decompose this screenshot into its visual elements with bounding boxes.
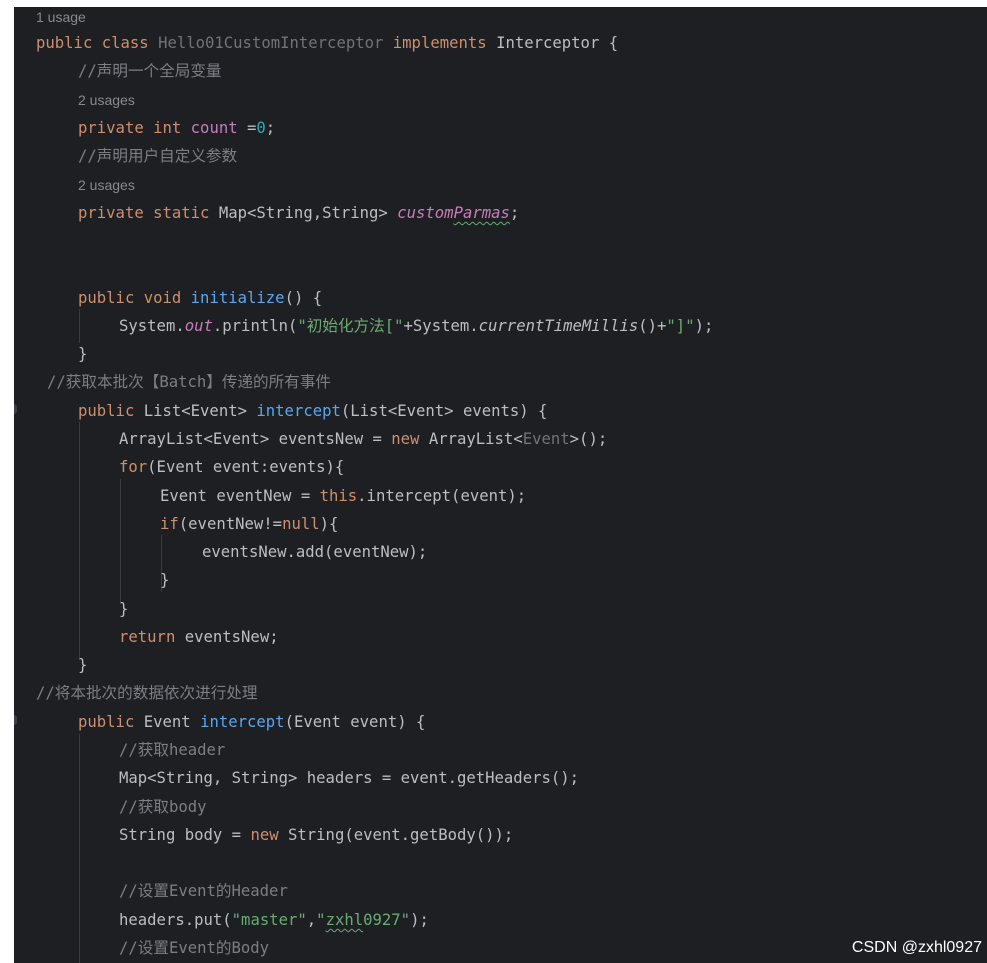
code-comment: //获取本批次【Batch】传递的所有事件 [47,373,332,391]
code-editor[interactable]: 1 usage public class Hello01CustomInterc… [14,7,987,963]
usage-hint[interactable]: 2 usages [78,171,987,199]
code-line-if: if(eventNew!=null){ [160,515,339,533]
usage-hint[interactable]: 2 usages [78,86,987,114]
code-line-headers-put: headers.put("master","zxhl0927"); [119,911,429,929]
code-line-class-declaration: public class Hello01CustomInterceptor im… [36,34,619,52]
code-line-map-field: private static Map<String,String> custom… [78,204,520,222]
usage-hint[interactable]: 1 usage [36,7,987,31]
code-comment: //设置Event的Header [119,882,288,900]
code-comment: //声明一个全局变量 [78,62,222,80]
csdn-watermark: CSDN @zxhl0927 [851,939,982,956]
code-line-headers: Map<String, String> headers = event.getH… [119,769,580,787]
code-line-arraylist: ArrayList<Event> eventsNew = new ArrayLi… [119,430,608,448]
code-line-body: String body = new String(event.getBody()… [119,826,514,844]
code-line-initialize: public void initialize() { [78,289,323,307]
code-line-intercept-list: public List<Event> intercept(List<Event>… [78,402,548,420]
code-comment: //获取header [119,741,226,759]
code-line-for: for(Event event:events){ [119,458,345,476]
code-comment: //将本批次的数据依次进行处理 [36,684,258,702]
code-line-close-brace: } [78,656,88,674]
code-line-add: eventsNew.add(eventNew); [202,543,428,561]
code-line-close-brace: } [78,345,88,363]
code-line-intercept-event: public Event intercept(Event event) { [78,713,426,731]
code-line-count-field: private int count =0; [78,119,276,137]
code-line-println: System.out.println("初始化方法["+System.curre… [119,317,714,335]
code-lines: 1 usage public class Hello01CustomInterc… [14,7,987,963]
code-line-return: return eventsNew; [119,628,279,646]
code-comment: //声明用户自定义参数 [78,147,238,165]
code-line-event-new: Event eventNew = this.intercept(event); [160,487,527,505]
code-comment: //获取body [119,798,207,816]
code-line-close-brace: } [160,571,170,589]
code-line-close-brace: } [119,600,129,618]
